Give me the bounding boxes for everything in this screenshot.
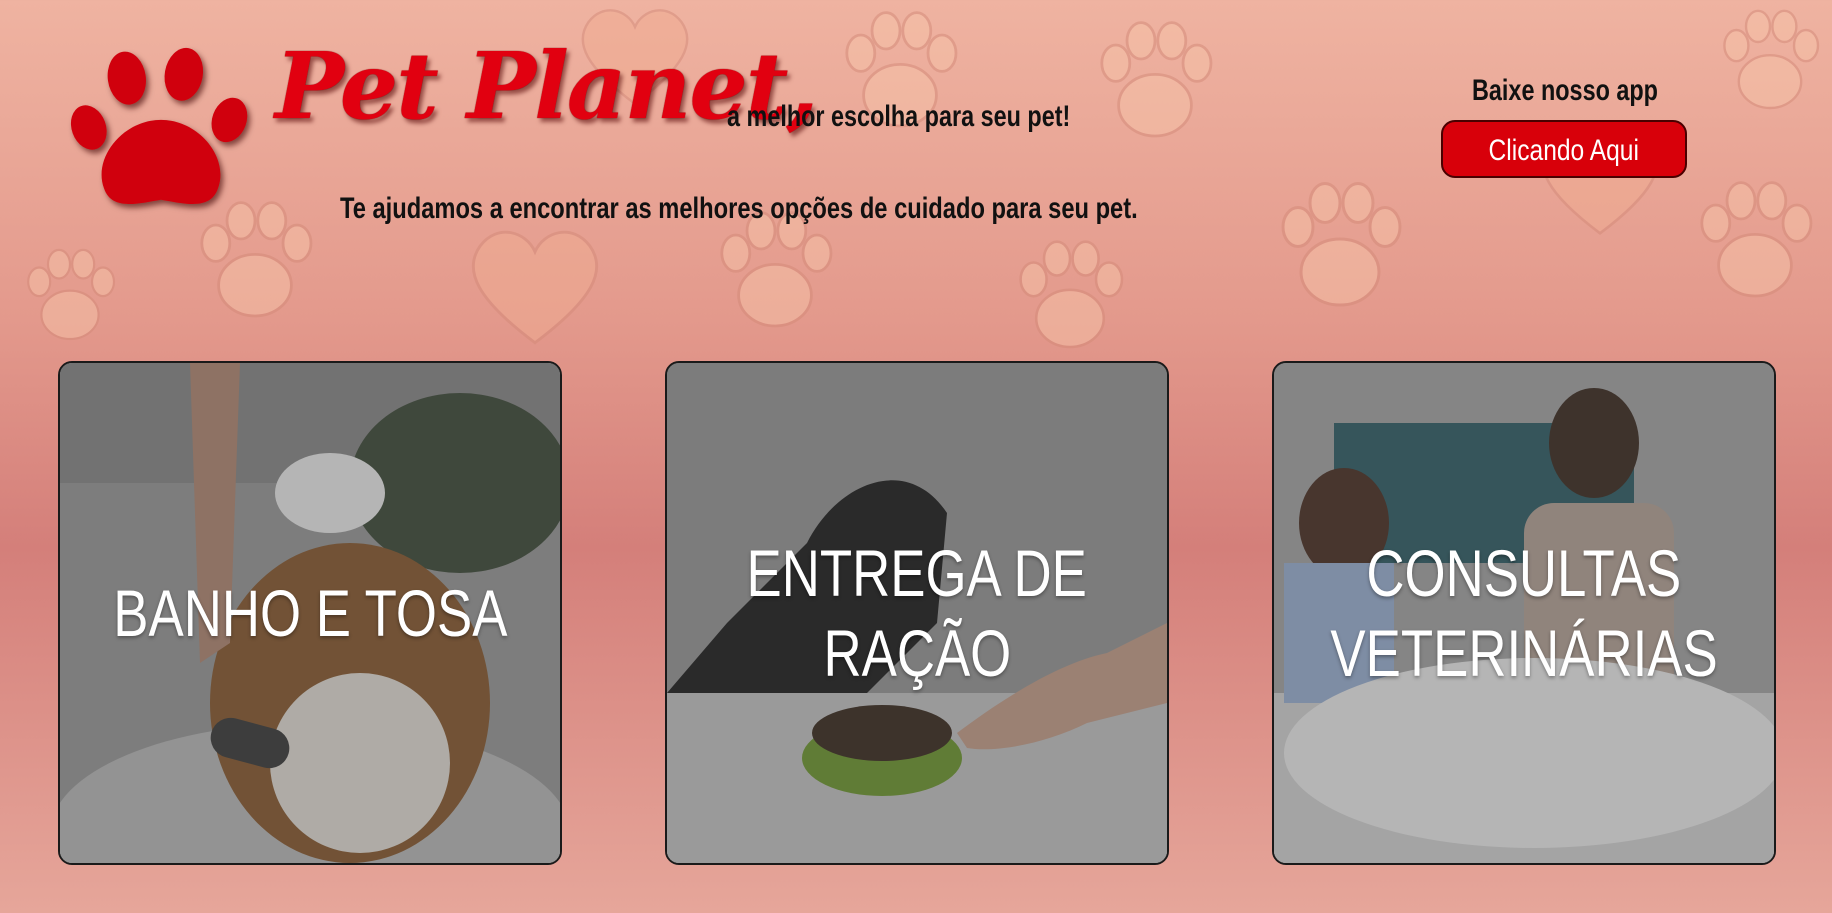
- app-download-button[interactable]: Clicando Aqui: [1441, 120, 1687, 178]
- paw-decoration-icon: [1260, 170, 1420, 320]
- service-title: ENTREGA DE RAÇÃO: [667, 533, 1167, 693]
- paw-decoration-icon: [1700, 0, 1832, 120]
- service-card-entrega-de-racao[interactable]: ENTREGA DE RAÇÃO: [665, 361, 1169, 865]
- paw-decoration-icon: [1000, 230, 1140, 360]
- service-title-line-2: RAÇÃO: [823, 616, 1011, 690]
- service-title: CONSULTAS VETERINÁRIAS: [1274, 533, 1774, 693]
- paw-print-icon: [66, 40, 256, 215]
- service-title-line-1: CONSULTAS: [1366, 536, 1682, 610]
- service-title-line-1: BANHO E TOSA: [112, 576, 508, 650]
- app-download-box: Baixe nosso app Clicando Aqui: [1440, 74, 1690, 178]
- subtitle: Te ajudamos a encontrar as melhores opçõ…: [340, 192, 1138, 225]
- app-download-label: Baixe nosso app: [1472, 74, 1658, 107]
- heart-decoration-icon: [460, 220, 610, 350]
- service-title: BANHO E TOSA: [60, 573, 560, 653]
- paw-decoration-icon: [10, 240, 130, 350]
- service-card-consultas-veterinarias[interactable]: CONSULTAS VETERINÁRIAS: [1272, 361, 1776, 865]
- app-download-button-label: Clicando Aqui: [1488, 134, 1640, 167]
- service-title-line-2: VETERINÁRIAS: [1330, 616, 1718, 690]
- paw-decoration-icon: [1080, 10, 1230, 150]
- paw-decoration-icon: [1680, 170, 1830, 310]
- service-title-line-1: ENTREGA DE: [746, 536, 1088, 610]
- tagline: a melhor escolha para seu pet!: [727, 100, 1071, 133]
- service-card-banho-e-tosa[interactable]: BANHO E TOSA: [58, 361, 562, 865]
